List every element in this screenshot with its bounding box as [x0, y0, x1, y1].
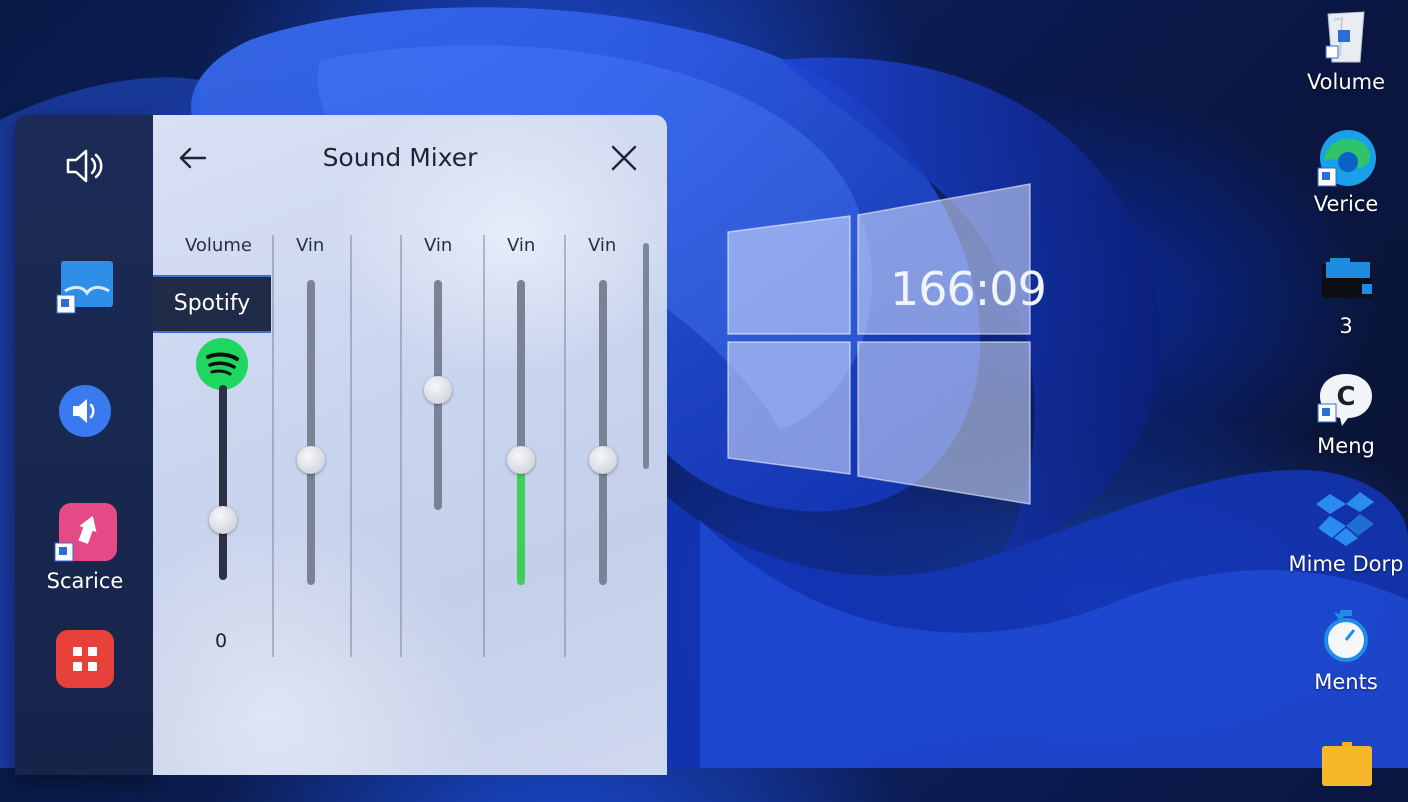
slider-track[interactable] [599, 280, 607, 585]
desktop-icon-label: Meng [1317, 434, 1375, 458]
launcher-item-scarice[interactable]: Scarice [15, 503, 155, 593]
sound-mixer-panel: Sound Mixer Volume Vin Vin Vin Vin Spoti… [153, 115, 667, 775]
column-divider [483, 235, 485, 657]
slider-track[interactable] [307, 280, 315, 585]
slider-track[interactable] [219, 385, 227, 580]
desktop-icon-verice[interactable]: Verice [1286, 128, 1406, 216]
recycle-bin-icon [1316, 6, 1376, 66]
launcher-item-volume[interactable] [15, 383, 155, 443]
slider-thumb[interactable] [424, 376, 452, 405]
spotify-icon [196, 338, 248, 390]
desktop-icon-label: Mime Dorp [1288, 552, 1404, 576]
desktop-icon-meng[interactable]: C Meng [1286, 370, 1406, 458]
grid-app-icon [56, 630, 114, 688]
scrollbar[interactable] [643, 243, 649, 469]
column-divider [400, 235, 402, 657]
column-header-volume: Volume [185, 235, 252, 256]
column-header-vin: Vin [296, 235, 325, 256]
desktop-icon-label: Volume [1306, 70, 1386, 94]
folder-dark-icon [1316, 250, 1376, 310]
desktop-icon-3[interactable]: 3 [1286, 250, 1406, 338]
svg-text:C: C [1336, 382, 1355, 412]
column-header-vin: Vin [507, 235, 536, 256]
slider-thumb[interactable] [209, 505, 237, 534]
desktop-icon-label: 3 [1339, 314, 1353, 338]
desktop-icon-label: Ments [1314, 670, 1378, 694]
desktop-icon-folder[interactable] [1286, 738, 1406, 798]
column-divider [350, 235, 352, 657]
desktop-icon-ments[interactable]: Ments [1286, 606, 1406, 694]
selected-app-tab[interactable]: Spotify [153, 275, 271, 333]
launcher-item-book[interactable] [15, 257, 155, 321]
desktop-icon-label: Verice [1313, 192, 1379, 216]
star-app-icon [54, 503, 117, 562]
master-volume-readout: 0 [215, 630, 228, 652]
folder-icon [1316, 738, 1376, 798]
chat-c-icon: C [1316, 370, 1376, 430]
edge-browser-icon [1316, 128, 1376, 188]
panel-title: Sound Mixer [322, 143, 478, 172]
launcher-item-grid[interactable] [15, 629, 155, 693]
launcher-item-label: Scarice [46, 569, 124, 593]
close-icon[interactable] [609, 143, 639, 173]
slider-fill [517, 459, 525, 585]
slider-thumb[interactable] [297, 445, 325, 474]
dropbox-icon [1316, 488, 1376, 548]
stopwatch-icon [1316, 606, 1376, 666]
desktop-icon-mime-dorp[interactable]: Mime Dorp [1286, 488, 1406, 576]
speaker-outline-icon [66, 149, 103, 183]
launcher-strip: Scarice [15, 115, 155, 775]
windows-logo-icon [727, 183, 1031, 505]
launcher-item-speaker[interactable] [15, 143, 155, 193]
volume-circle-icon [59, 385, 111, 437]
desktop-icon-volume[interactable]: Volume [1286, 6, 1406, 94]
slider-thumb[interactable] [507, 445, 535, 474]
column-divider [564, 235, 566, 657]
column-header-vin: Vin [424, 235, 453, 256]
desktop-clock: 166:09 [890, 262, 1047, 316]
column-header-vin: Vin [588, 235, 617, 256]
column-divider [272, 235, 274, 657]
book-icon [56, 261, 113, 314]
slider-thumb[interactable] [589, 445, 617, 474]
